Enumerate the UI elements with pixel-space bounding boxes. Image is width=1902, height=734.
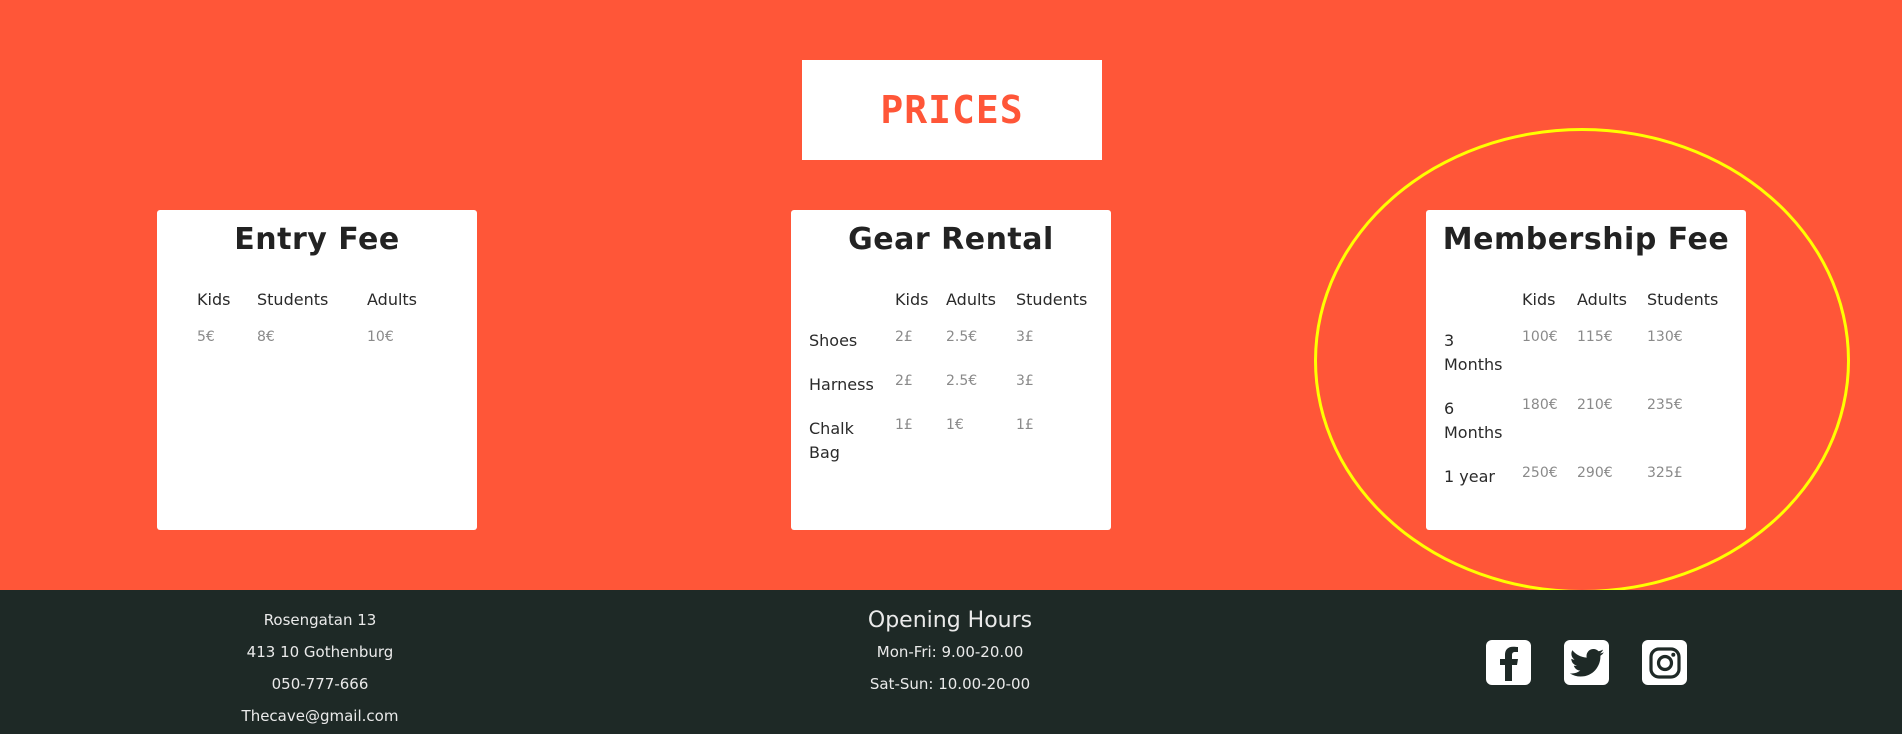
prices-section: PRICES Entry Fee Kids Students Adults 5€… (0, 0, 1902, 593)
col-header-empty (809, 290, 895, 329)
row-label: Harness (809, 375, 874, 394)
price-cell: 1£ (895, 417, 913, 433)
address-block: Rosengatan 13 413 10 Gothenburg 050-777-… (220, 604, 420, 732)
facebook-icon[interactable] (1486, 640, 1531, 685)
row-label: Chalk Bag (809, 419, 854, 462)
address-city: 413 10 Gothenburg (246, 643, 394, 661)
price-cell: 10€ (367, 329, 394, 345)
twitter-icon[interactable] (1564, 640, 1609, 685)
prices-title-box: PRICES (802, 60, 1102, 160)
page-title: PRICES (880, 88, 1024, 132)
price-cell: 5€ (197, 329, 215, 345)
gear-rental-card: Gear Rental Kids Adults Students Shoes 2… (791, 210, 1111, 530)
price-cell: 3£ (1016, 329, 1034, 345)
price-cell: 2.5€ (946, 373, 978, 389)
table-row: Chalk Bag 1£ 1€ 1£ (809, 417, 1095, 485)
address-phone: 050-777-666 (271, 675, 369, 693)
price-cell: 2.5€ (946, 329, 978, 345)
gear-rental-table: Kids Adults Students Shoes 2£ 2.5€ 3£ Ha… (809, 290, 1095, 485)
entry-fee-card: Entry Fee Kids Students Adults 5€ 8€ 10€ (157, 210, 477, 530)
col-header: Adults (946, 290, 997, 309)
price-cell: 8€ (257, 329, 275, 345)
table-row: 5€ 8€ 10€ (197, 329, 425, 365)
social-links (1486, 640, 1687, 685)
hours-weekend: Sat-Sun: 10.00-20-00 (869, 675, 1031, 693)
table-row: Shoes 2£ 2.5€ 3£ (809, 329, 1095, 373)
price-cell: 1£ (1016, 417, 1034, 433)
entry-fee-table: Kids Students Adults 5€ 8€ 10€ (197, 290, 425, 365)
footer: Rosengatan 13 413 10 Gothenburg 050-777-… (0, 590, 1902, 734)
col-header: Students (257, 290, 329, 309)
price-cell: 3£ (1016, 373, 1034, 389)
col-header: Adults (367, 290, 418, 309)
address-email[interactable]: Thecave@gmail.com (220, 700, 420, 732)
gear-rental-title: Gear Rental (848, 222, 1054, 257)
entry-fee-title: Entry Fee (234, 222, 400, 257)
price-cell: 2£ (895, 329, 913, 345)
col-header: Students (1016, 290, 1088, 309)
opening-hours: Opening Hours Mon-Fri: 9.00-20.00 Sat-Su… (820, 606, 1080, 700)
col-header: Kids (197, 290, 231, 309)
price-cell: 2£ (895, 373, 913, 389)
hours-weekdays: Mon-Fri: 9.00-20.00 (876, 643, 1024, 661)
opening-hours-title: Opening Hours (867, 608, 1033, 633)
table-row: Harness 2£ 2.5€ 3£ (809, 373, 1095, 417)
col-header: Kids (895, 290, 929, 309)
instagram-icon[interactable] (1642, 640, 1687, 685)
row-label: Shoes (809, 331, 858, 350)
price-cell: 1€ (946, 417, 964, 433)
highlight-circle (1314, 128, 1850, 593)
address-street: Rosengatan 13 (263, 611, 377, 629)
